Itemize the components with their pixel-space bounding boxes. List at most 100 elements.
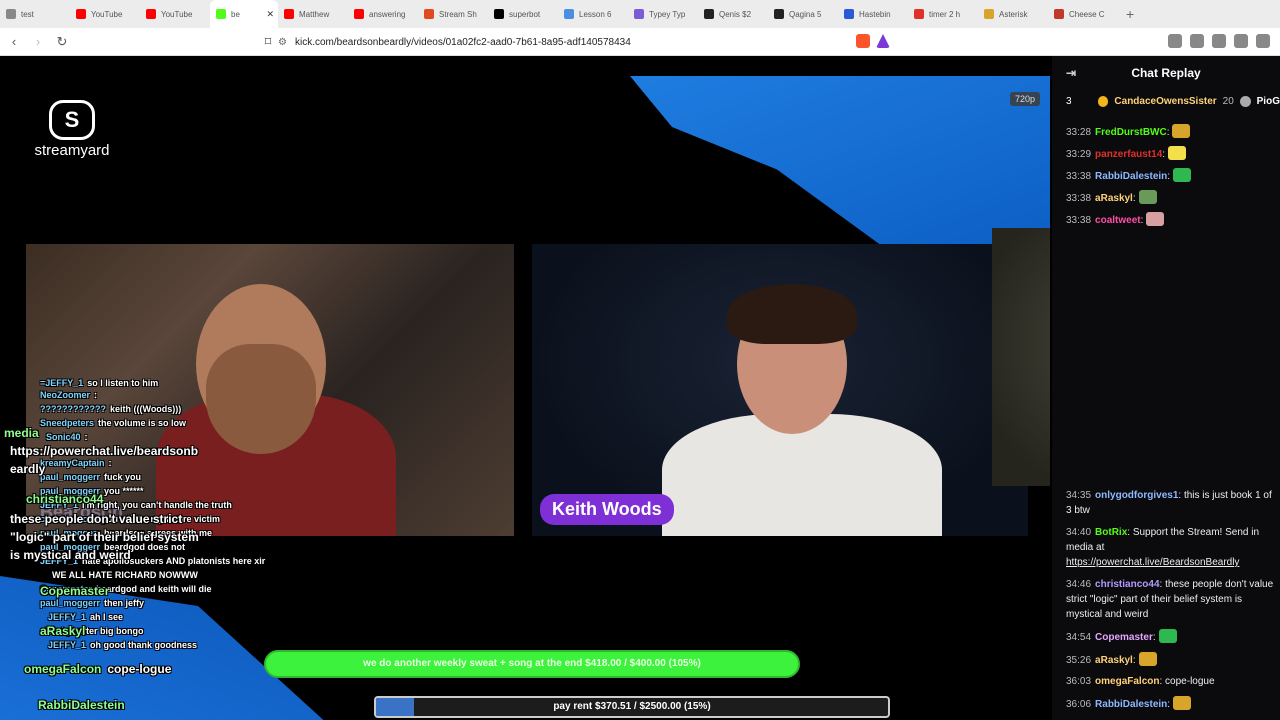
- browser-tab[interactable]: timer 2 h: [908, 0, 978, 28]
- new-tab-button[interactable]: +: [1118, 6, 1142, 22]
- chat-message: 33:28 FredDurstBWC:: [1066, 124, 1276, 140]
- overlay-chat-text: "logic" part of their belief system: [10, 530, 199, 544]
- browser-tab[interactable]: YouTube: [70, 0, 140, 28]
- browser-tab[interactable]: YouTube: [140, 0, 210, 28]
- browser-tab[interactable]: Cheese C: [1048, 0, 1118, 28]
- chat-text: :: [1166, 127, 1170, 138]
- tab-label: YouTube: [91, 9, 123, 19]
- overlay-chat-big-line: RabbiDalestein: [38, 698, 131, 712]
- tab-favicon-icon: [146, 9, 156, 19]
- sidebar-icon[interactable]: [1190, 34, 1204, 48]
- overlay-chat-user: paul_moggerr: [40, 598, 101, 608]
- browser-tab[interactable]: Stream Sh: [418, 0, 488, 28]
- overlay-chat-big-line: media: [4, 426, 45, 440]
- overlay-chat-user: media: [4, 426, 39, 440]
- browser-tab[interactable]: test: [0, 0, 70, 28]
- tab-favicon-icon: [564, 9, 574, 19]
- chat-username[interactable]: BotRix: [1095, 527, 1127, 538]
- url-text: kick.com/beardsonbeardly/videos/01a02fc2…: [294, 36, 631, 48]
- overlay-chat-text: is mystical and weird: [10, 548, 131, 562]
- emote-icon: [1146, 212, 1165, 226]
- browser-tab[interactable]: Qagina 5: [768, 0, 838, 28]
- browser-tab[interactable]: Asterisk: [978, 0, 1048, 28]
- brave-shield-icon[interactable]: [856, 34, 870, 48]
- url-field[interactable]: ⚙ kick.com/beardsonbeardly/videos/01a02f…: [278, 31, 950, 53]
- chat-timestamp: 34:54: [1066, 632, 1092, 643]
- overlay-chat-line: ???????????? keith (((Woods))): [40, 404, 181, 414]
- chat-timestamp: 33:38: [1066, 193, 1092, 204]
- overlay-chat-big-line: eardly: [4, 462, 45, 476]
- chat-username[interactable]: FredDurstBWC: [1095, 127, 1167, 138]
- quality-badge[interactable]: 720p: [1010, 92, 1041, 106]
- overlay-chat-user: ????????????: [40, 404, 106, 414]
- top-gifters-row[interactable]: 3 CandaceOwensSister 20 PioG: [1052, 90, 1280, 112]
- chat-link[interactable]: https://powerchat.live/BeardsonBeardly: [1066, 557, 1239, 568]
- site-info-icon[interactable]: ⚙: [278, 37, 287, 48]
- goal-progress-bar: we do another weekly sweat + song at the…: [264, 650, 800, 678]
- chat-username[interactable]: Copemaster: [1095, 632, 1153, 643]
- chat-timestamp: 33:29: [1066, 149, 1092, 160]
- overlay-chat-line: paul_moggerr fuck you: [40, 472, 141, 482]
- bookmark-icon[interactable]: ⌑: [258, 34, 278, 50]
- browser-tab[interactable]: Lesson 6: [558, 0, 628, 28]
- chat-message: 36:06 RabbiDalestein:: [1066, 696, 1276, 712]
- chat-timestamp: 36:03: [1066, 676, 1092, 687]
- chat-timestamp: 33:38: [1066, 215, 1092, 226]
- overlay-chat-line: JEFFY_1 oh good thank goodness: [48, 640, 197, 650]
- overlay-chat-line: kreamyCaptain:: [40, 458, 112, 468]
- overlay-chat-text: :: [84, 432, 88, 442]
- browser-tab[interactable]: Hastebin: [838, 0, 908, 28]
- collapse-chat-icon[interactable]: ⇥: [1066, 66, 1076, 80]
- chat-text: :: [1140, 215, 1144, 226]
- emote-icon: [1173, 696, 1192, 710]
- overlay-chat-text: :: [108, 458, 112, 468]
- rent-progress-bar: pay rent $370.51 / $2500.00 (15%): [374, 696, 890, 718]
- chat-username[interactable]: omegaFalcon: [1095, 676, 1159, 687]
- overlay-chat-big-line: aRaskyl: [40, 624, 91, 638]
- forward-icon[interactable]: ›: [28, 34, 48, 49]
- overlay-chat-text: fuck you: [104, 472, 142, 482]
- chat-replay-panel: ⇥ Chat Replay 3 CandaceOwensSister 20 Pi…: [1052, 56, 1280, 720]
- chat-timestamp: 33:28: [1066, 127, 1092, 138]
- close-tab-icon[interactable]: ✕: [266, 9, 274, 20]
- media-icon[interactable]: [1168, 34, 1182, 48]
- wallet-icon[interactable]: [1212, 34, 1226, 48]
- emote-icon: [1138, 190, 1157, 204]
- overlay-chat-line: Sonic40:: [46, 432, 88, 442]
- chat-username[interactable]: RabbiDalestein: [1095, 699, 1167, 710]
- chat-message: 34:54 Copemaster:: [1066, 629, 1276, 645]
- guest-name-tag: Keith Woods: [540, 494, 674, 525]
- browser-tab[interactable]: answering: [348, 0, 418, 28]
- chat-username[interactable]: onlygodforgives1: [1095, 490, 1178, 501]
- overlay-chat-big-line: "logic" part of their belief system: [4, 530, 199, 544]
- tab-favicon-icon: [354, 9, 364, 19]
- overlay-chat-line: paul_moggerr then jeffy: [40, 598, 144, 608]
- tab-favicon-icon: [914, 9, 924, 19]
- overlay-chat-big-line: christianco44: [26, 492, 109, 506]
- tab-favicon-icon: [634, 9, 644, 19]
- chat-username[interactable]: christianco44: [1095, 579, 1159, 590]
- menu-icon[interactable]: [1256, 34, 1270, 48]
- browser-tab[interactable]: Typey Typ: [628, 0, 698, 28]
- browser-tab[interactable]: be ✕: [210, 0, 278, 28]
- reload-icon[interactable]: ↻: [52, 34, 72, 50]
- overlay-chat-text: oh good thank goodness: [90, 640, 198, 650]
- tab-favicon-icon: [984, 9, 994, 19]
- browser-tab[interactable]: Matthew: [278, 0, 348, 28]
- chat-timestamp: 33:38: [1066, 171, 1092, 182]
- browser-tab[interactable]: Qenis $2: [698, 0, 768, 28]
- chat-username[interactable]: RabbiDalestein: [1095, 171, 1167, 182]
- chat-username[interactable]: coaltweet: [1095, 215, 1141, 226]
- overlay-chat-text: ah I see: [90, 612, 124, 622]
- chat-username[interactable]: aRaskyl: [1095, 193, 1133, 204]
- chat-username[interactable]: panzerfaust14: [1095, 149, 1162, 160]
- overlay-chat-text: the volume is so low: [98, 418, 187, 428]
- shield-icon[interactable]: [1234, 34, 1248, 48]
- video-player[interactable]: 720p S streamyard Keith Woods Beardson =…: [0, 56, 1050, 720]
- browser-tab[interactable]: superbot: [488, 0, 558, 28]
- overlay-chat-text: so I listen to him: [87, 378, 159, 388]
- back-icon[interactable]: ‹: [4, 34, 24, 49]
- chat-username[interactable]: aRaskyl: [1095, 655, 1133, 666]
- chat-timestamp: 35:26: [1066, 655, 1092, 666]
- overlay-chat-line: NeoZoomer:: [40, 390, 97, 400]
